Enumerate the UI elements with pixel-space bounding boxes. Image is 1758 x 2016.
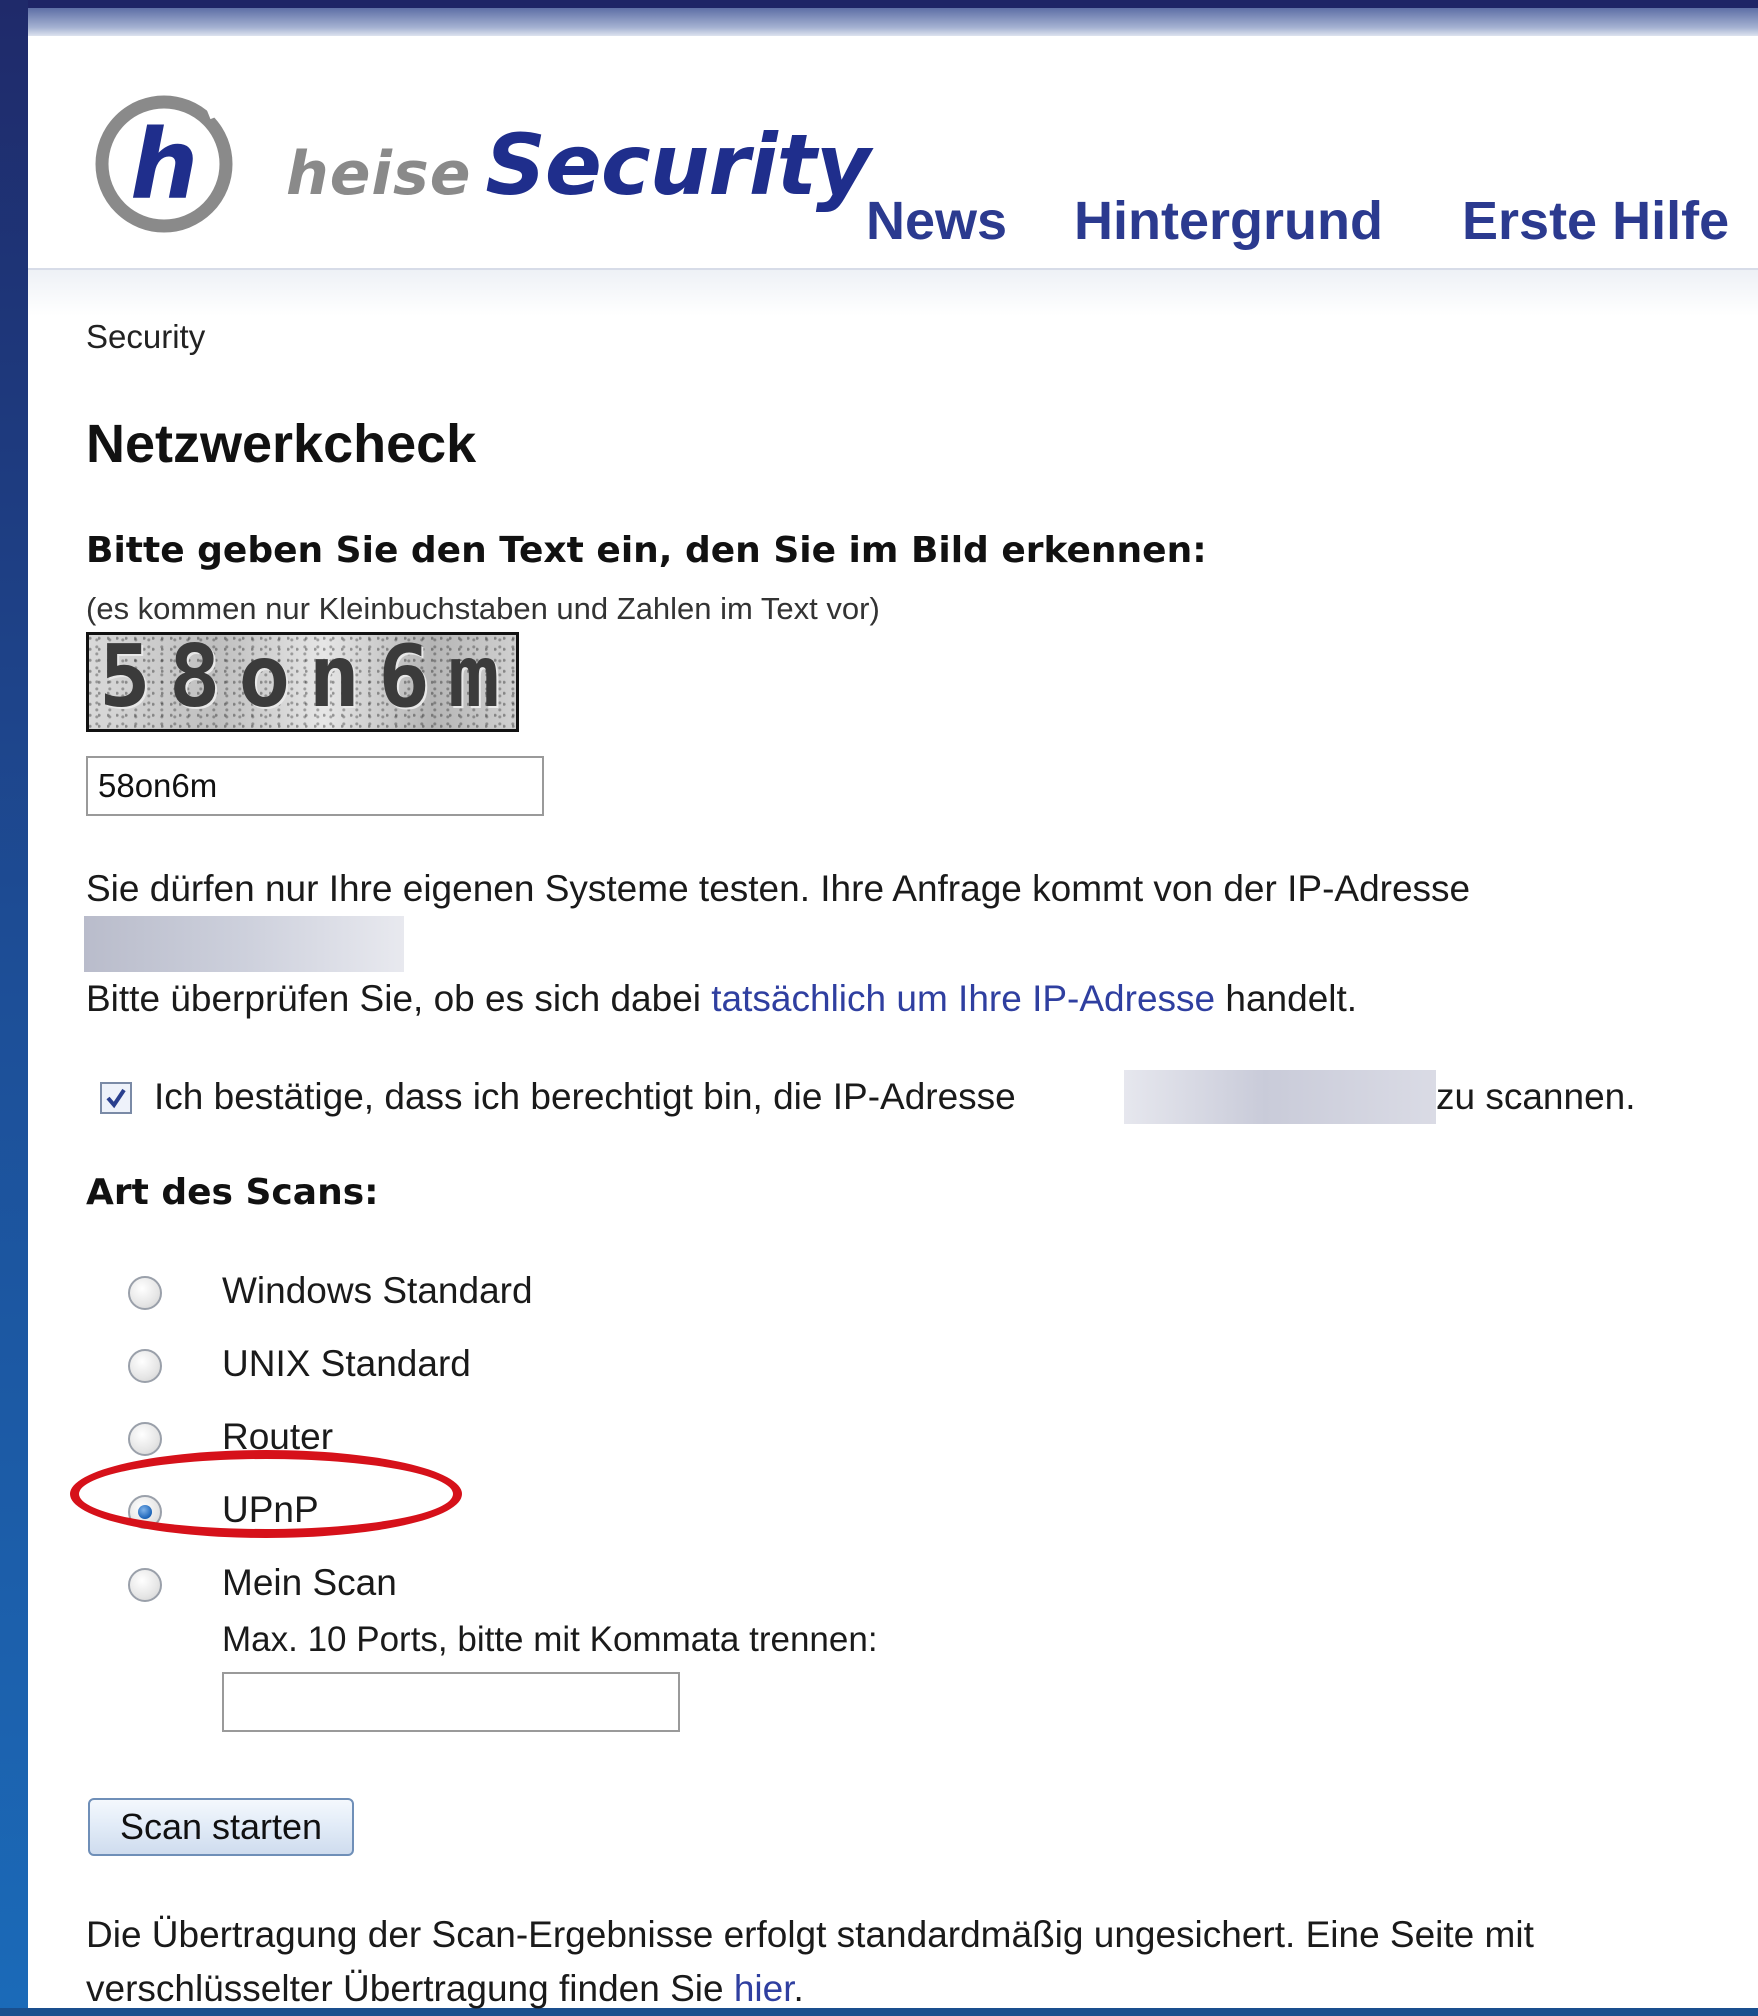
ip-notice-text: Sie dürfen nur Ihre eigenen Systeme test… (86, 868, 1471, 909)
checkmark-icon (106, 1088, 126, 1109)
radio-label-mein-scan[interactable]: Mein Scan (222, 1562, 397, 1604)
captcha-image-text: 58on6m (99, 632, 518, 727)
top-bar (28, 8, 1758, 36)
logo-wordmark: heise Security (286, 116, 871, 214)
confirm-text-end: zu scannen. (1436, 1076, 1636, 1117)
window-frame-top (0, 0, 1758, 8)
captcha-image: 58on6m (86, 632, 519, 732)
ports-hint: Max. 10 Ports, bitte mit Kommata trennen… (222, 1620, 878, 1659)
logo-word-security: Security (485, 116, 870, 214)
heise-emblem-icon: h (95, 88, 241, 233)
emblem-letter: h (130, 109, 198, 221)
nav-hintergrund[interactable]: Hintergrund (1074, 190, 1383, 252)
upnp-highlight-circle (70, 1450, 462, 1538)
footer-body: Die Übertragung der Scan-Ergebnisse erfo… (86, 1914, 1534, 2009)
verify-ip-link[interactable]: tatsächlich um Ihre IP-Adresse (711, 978, 1215, 1019)
confirm-checkbox[interactable] (100, 1082, 132, 1114)
redacted-ip-address (84, 916, 404, 972)
nav-erste-hilfe[interactable]: Erste Hilfe (1462, 190, 1729, 252)
radio-windows-standard[interactable] (128, 1276, 162, 1310)
captcha-heading: Bitte geben Sie den Text ein, den Sie im… (86, 530, 1207, 571)
verify-prefix: Bitte überprüfen Sie, ob es sich dabei (86, 978, 712, 1019)
ports-input[interactable] (222, 1672, 680, 1732)
redacted-ip-address (1124, 1070, 1436, 1124)
confirm-text: Ich bestätige, dass ich berechtigt bin, … (154, 1076, 1016, 1117)
verify-suffix: handelt. (1215, 978, 1358, 1019)
logo-word-heise: heise (286, 139, 472, 209)
page-title: Netzwerkcheck (86, 414, 477, 474)
heise-security-logo[interactable]: h heise Security (86, 88, 871, 238)
footer-end: . (793, 1968, 804, 2009)
scan-type-heading: Art des Scans: (86, 1172, 379, 1213)
footer-secure-link[interactable]: hier (734, 1968, 794, 2009)
nav-news[interactable]: News (866, 190, 1007, 252)
page: h heise Security News Hintergrund Erste H… (28, 8, 1758, 2009)
footer-text: Die Übertragung der Scan-Ergebnisse erfo… (86, 1908, 1726, 2016)
radio-label-unix-standard[interactable]: UNIX Standard (222, 1343, 471, 1385)
radio-unix-standard[interactable] (128, 1349, 162, 1383)
captcha-input[interactable] (86, 756, 544, 816)
radio-router[interactable] (128, 1422, 162, 1456)
verify-ip-text: Bitte überprüfen Sie, ob es sich dabei t… (86, 978, 1357, 1020)
window-frame-left (0, 0, 28, 2008)
radio-label-windows-standard[interactable]: Windows Standard (222, 1270, 533, 1312)
scan-start-button[interactable]: Scan starten (88, 1798, 354, 1856)
radio-mein-scan[interactable] (128, 1568, 162, 1602)
captcha-hint: (es kommen nur Kleinbuchstaben und Zahle… (86, 591, 880, 626)
header-shadow (28, 270, 1758, 316)
breadcrumb[interactable]: Security (86, 318, 205, 356)
